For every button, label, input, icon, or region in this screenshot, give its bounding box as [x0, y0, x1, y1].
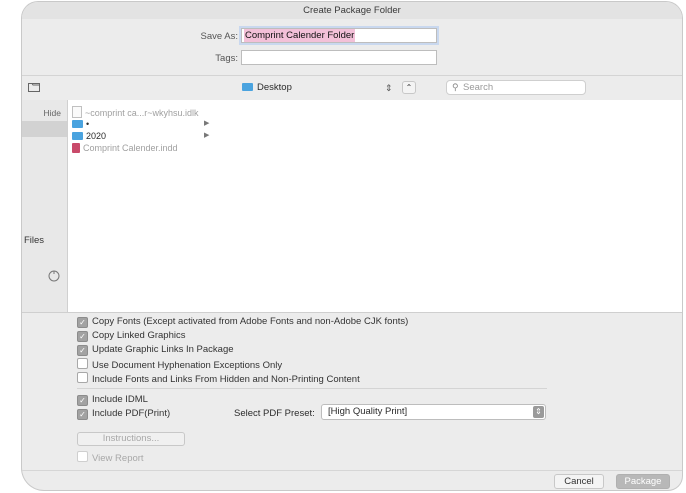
browser-toolbar: Desktop ⇕ ⌃ ⚲ Search: [22, 75, 682, 101]
location-label: Desktop: [257, 82, 292, 93]
view-report-checkbox[interactable]: View Report: [77, 451, 144, 464]
collapse-button[interactable]: ⌃: [402, 81, 416, 94]
file-name: 2020: [86, 131, 107, 141]
pdf-preset-value: [High Quality Print]: [328, 406, 408, 417]
hidden-content-checkbox[interactable]: Include Fonts and Links From Hidden and …: [77, 372, 360, 385]
chevron-up-icon: ⌃: [405, 83, 413, 92]
view-report-label: View Report: [92, 453, 144, 464]
search-icon: ⚲: [452, 82, 459, 92]
sidebar-hide-button[interactable]: Hide: [44, 108, 61, 118]
hyphenation-label: Use Document Hyphenation Exceptions Only: [92, 360, 283, 371]
search-placeholder: Search: [463, 82, 494, 93]
include-idml-label: Include IDML: [92, 394, 148, 405]
checkbox-checked-icon: ✓: [77, 317, 88, 328]
file-name: ~comprint ca...r~wkyhsu.idlk: [85, 108, 199, 118]
search-field[interactable]: ⚲ Search: [446, 80, 586, 95]
cancel-button[interactable]: Cancel: [554, 474, 604, 489]
file-name: •: [86, 119, 90, 129]
copy-graphics-checkbox[interactable]: ✓ Copy Linked Graphics: [77, 330, 185, 342]
include-pdf-label: Include PDF(Print): [92, 408, 171, 419]
list-item[interactable]: Comprint Calender.indd: [72, 142, 178, 154]
copy-graphics-label: Copy Linked Graphics: [92, 330, 186, 341]
save-as-field[interactable]: Comprint Calender Folder: [241, 28, 437, 43]
save-as-label: Save As:: [200, 31, 239, 42]
file-browser: Hide Files ~comprint ca...r~wkyhsu.idlk …: [22, 100, 682, 312]
folder-icon: [72, 132, 83, 140]
package-dialog: Create Package Folder Save As: Comprint …: [22, 2, 682, 490]
file-name: Comprint Calender.indd: [83, 143, 178, 153]
copy-fonts-label: Copy Fonts (Except activated from Adobe …: [92, 316, 409, 327]
location-chevron-icon: ⇕: [385, 83, 393, 93]
tags-label: Tags:: [215, 53, 238, 64]
dialog-footer: Cancel Package: [22, 470, 682, 490]
package-button[interactable]: Package: [616, 474, 670, 489]
checkbox-unchecked-icon: [77, 372, 88, 383]
options-divider: [77, 388, 547, 389]
include-idml-checkbox[interactable]: ✓ Include IDML: [77, 394, 148, 406]
document-icon: [72, 106, 82, 118]
save-as-value: Comprint Calender Folder: [244, 29, 356, 42]
pdf-preset-select[interactable]: [High Quality Print] ⇕: [321, 404, 546, 420]
sidebar-selected-item[interactable]: [22, 121, 67, 137]
include-pdf-checkbox[interactable]: ✓ Include PDF(Print): [77, 408, 170, 420]
instructions-button[interactable]: Instructions...: [77, 432, 185, 446]
copy-fonts-checkbox[interactable]: ✓ Copy Fonts (Except activated from Adobe…: [77, 316, 408, 328]
folder-icon: [72, 120, 83, 128]
checkbox-unchecked-icon: [77, 358, 88, 369]
location-folder-icon: [242, 83, 253, 91]
hyphenation-checkbox[interactable]: Use Document Hyphenation Exceptions Only: [77, 358, 283, 371]
checkbox-unchecked-icon: [77, 451, 88, 462]
pdf-preset-label: Select PDF Preset:: [234, 408, 315, 419]
location-popup[interactable]: Desktop ⇕: [242, 81, 394, 95]
tags-field[interactable]: [241, 50, 437, 65]
indesign-file-icon: [72, 143, 80, 153]
update-links-label: Update Graphic Links In Package: [92, 344, 234, 355]
package-label: Package: [624, 476, 662, 487]
disclosure-arrow-icon: ▶: [204, 120, 210, 127]
sidebar: Hide Files: [22, 100, 67, 312]
list-item[interactable]: 2020 ▶: [72, 130, 209, 142]
instructions-label: Instructions...: [102, 433, 160, 444]
select-chevron-icon: ⇕: [533, 406, 544, 418]
list-item[interactable]: ~comprint ca...r~wkyhsu.idlk: [72, 106, 199, 118]
sidebar-files-label: Files: [24, 235, 45, 246]
update-links-checkbox[interactable]: ✓ Update Graphic Links In Package: [77, 344, 234, 356]
disclosure-arrow-icon: ▶: [204, 132, 210, 139]
loading-spinner-icon: [48, 270, 60, 285]
package-options: ✓ Copy Fonts (Except activated from Adobe…: [22, 312, 682, 473]
checkbox-checked-icon: ✓: [77, 409, 88, 420]
hidden-content-label: Include Fonts and Links From Hidden and …: [92, 374, 360, 385]
list-item[interactable]: • ▶: [72, 118, 209, 130]
cancel-label: Cancel: [564, 476, 594, 487]
checkbox-checked-icon: ✓: [77, 345, 88, 356]
checkbox-checked-icon: ✓: [77, 331, 88, 342]
window-title: Create Package Folder: [22, 2, 682, 19]
sidebar-toggle-icon[interactable]: [28, 82, 40, 95]
preview-column: [213, 100, 682, 312]
checkbox-checked-icon: ✓: [77, 395, 88, 406]
file-column: ~comprint ca...r~wkyhsu.idlk • ▶ 2020 ▶ …: [67, 100, 215, 312]
